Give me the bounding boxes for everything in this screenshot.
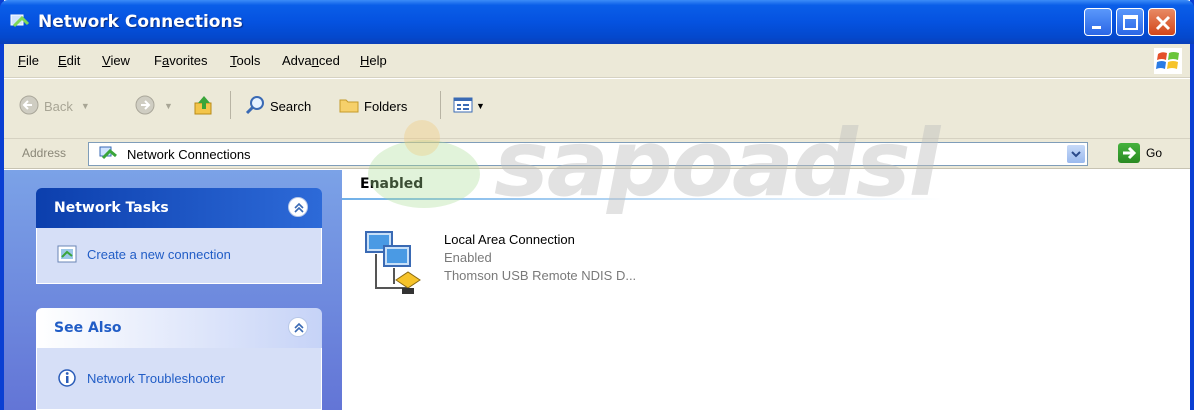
see-also-panel: See Also Network Troubleshooter bbox=[36, 308, 322, 410]
menu-tools[interactable]: Tools bbox=[230, 53, 260, 68]
menu-view[interactable]: View bbox=[102, 53, 130, 68]
task-pane: Network Tasks Create a new connection Se… bbox=[4, 170, 342, 410]
windows-logo-icon bbox=[1154, 48, 1182, 74]
address-bar: Address Network Connections Go bbox=[4, 139, 1190, 169]
title-bar[interactable]: Network Connections bbox=[0, 0, 1194, 44]
views-dropdown-icon[interactable]: ▼ bbox=[476, 101, 485, 111]
window-title: Network Connections bbox=[38, 12, 243, 32]
network-troubleshooter-link[interactable]: Network Troubleshooter bbox=[57, 368, 225, 388]
views-button[interactable]: ▼ bbox=[452, 91, 485, 121]
new-connection-icon bbox=[57, 244, 77, 264]
maximize-button[interactable] bbox=[1116, 8, 1144, 36]
content-area: Enabled Local Area Connection Enabled Th… bbox=[342, 170, 1190, 410]
menu-file[interactable]: File bbox=[18, 53, 39, 68]
menu-advanced[interactable]: Advanced bbox=[282, 53, 340, 68]
info-icon bbox=[57, 368, 77, 388]
menu-help[interactable]: Help bbox=[360, 53, 387, 68]
menu-favorites[interactable]: Favorites bbox=[154, 53, 207, 68]
network-connections-icon bbox=[10, 12, 32, 32]
collapse-chevron-icon[interactable] bbox=[288, 197, 308, 217]
up-folder-icon bbox=[192, 93, 216, 120]
up-folder-button[interactable] bbox=[192, 91, 216, 121]
go-button[interactable]: Go bbox=[1118, 143, 1162, 163]
forward-arrow-icon bbox=[134, 94, 156, 119]
forward-button[interactable]: ▼ bbox=[134, 91, 173, 121]
address-input[interactable]: Network Connections bbox=[88, 142, 1088, 166]
address-dropdown-button[interactable] bbox=[1067, 145, 1085, 163]
connection-item[interactable]: Local Area Connection Enabled Thomson US… bbox=[362, 224, 762, 304]
back-arrow-icon bbox=[18, 94, 40, 119]
menu-edit[interactable]: Edit bbox=[58, 53, 80, 68]
toolbar-separator bbox=[440, 91, 441, 119]
network-tasks-body: Create a new connection bbox=[36, 228, 322, 284]
views-icon bbox=[452, 95, 474, 118]
connection-device: Thomson USB Remote NDIS D... bbox=[444, 268, 637, 283]
see-also-header[interactable]: See Also bbox=[36, 308, 322, 348]
group-title: Enabled bbox=[360, 176, 424, 192]
go-arrow-icon bbox=[1118, 143, 1140, 163]
toolbar: Back ▼ ▼ Search Folders ▼ bbox=[4, 79, 1190, 139]
network-connections-icon bbox=[99, 145, 119, 163]
address-label: Address bbox=[22, 146, 67, 160]
lan-connection-icon bbox=[362, 224, 428, 300]
search-icon bbox=[244, 94, 266, 119]
see-also-body: Network Troubleshooter bbox=[36, 348, 322, 410]
group-divider bbox=[342, 198, 942, 200]
menu-bar: File Edit View Favorites Tools Advanced … bbox=[4, 44, 1190, 78]
close-button[interactable] bbox=[1148, 8, 1176, 36]
folders-button[interactable]: Folders bbox=[338, 91, 407, 121]
create-new-connection-link[interactable]: Create a new connection bbox=[57, 244, 231, 264]
toolbar-separator bbox=[230, 91, 231, 119]
connection-name: Local Area Connection bbox=[444, 232, 575, 247]
back-button[interactable]: Back ▼ bbox=[18, 91, 90, 121]
connection-status: Enabled bbox=[444, 250, 492, 265]
network-tasks-panel: Network Tasks Create a new connection bbox=[36, 188, 322, 284]
search-button[interactable]: Search bbox=[244, 91, 311, 121]
window: Network Connections File Edit View Favor… bbox=[0, 0, 1194, 410]
minimize-button[interactable] bbox=[1084, 8, 1112, 36]
forward-dropdown-icon[interactable]: ▼ bbox=[164, 101, 173, 111]
folders-icon bbox=[338, 95, 360, 118]
collapse-chevron-icon[interactable] bbox=[288, 317, 308, 337]
back-dropdown-icon[interactable]: ▼ bbox=[81, 101, 90, 111]
network-tasks-header[interactable]: Network Tasks bbox=[36, 188, 322, 228]
